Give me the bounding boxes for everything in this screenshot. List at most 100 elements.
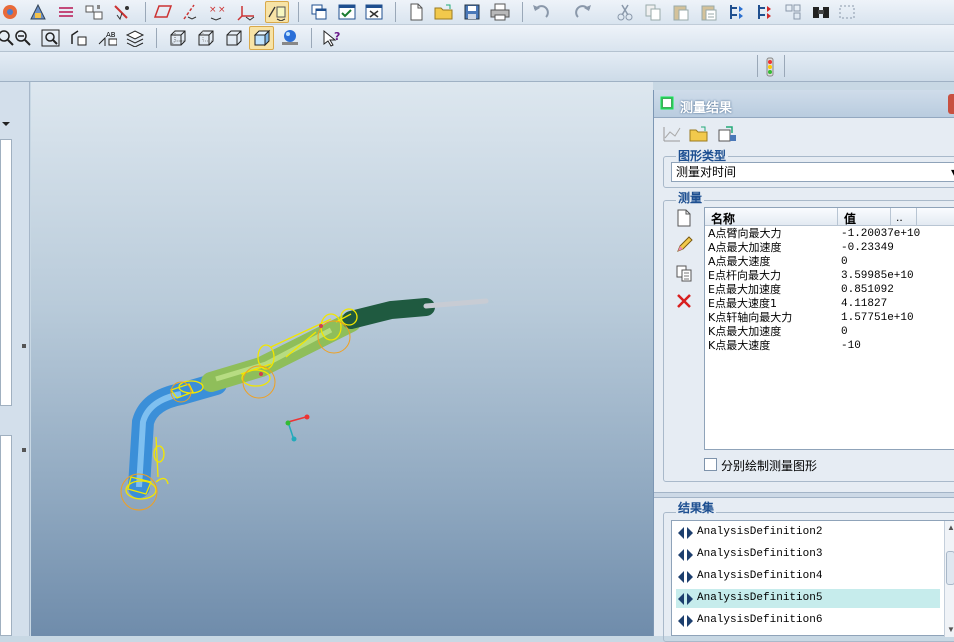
result-arrows-icon — [678, 615, 694, 627]
paste-icon[interactable] — [671, 2, 691, 22]
svg-text:×: × — [218, 5, 226, 15]
dialog-titlebar[interactable]: 测量结果 — [654, 90, 954, 118]
table-row[interactable]: K点轩轴向最大力 1.57751e+10 — [708, 311, 914, 325]
saved-view-icon[interactable] — [28, 2, 48, 22]
result-set-label: AnalysisDefinition4 — [697, 570, 823, 582]
measure-name: A点最大速度 — [708, 255, 771, 268]
shading-icon[interactable] — [249, 26, 274, 50]
close-button[interactable] — [948, 94, 954, 114]
svg-text:?: ? — [334, 30, 340, 43]
plot-graph-icon[interactable] — [662, 124, 682, 144]
display-style-icon[interactable] — [0, 2, 20, 22]
new-measure-icon[interactable] — [674, 208, 694, 228]
select-box-icon[interactable] — [838, 2, 858, 22]
datum-plane-icon[interactable] — [153, 2, 173, 22]
measure-value: 0.851092 — [841, 284, 894, 296]
datum-axis-icon[interactable] — [180, 2, 200, 22]
column-header-value[interactable]: 值 — [844, 210, 856, 227]
delete-x-icon[interactable] — [674, 291, 694, 311]
plot-type-value: 测量对时间 — [676, 165, 737, 179]
result-arrows-icon — [678, 593, 694, 605]
table-row[interactable]: A点最大加速度 -0.23349 — [708, 241, 894, 255]
enhanced-realism-icon[interactable] — [280, 28, 300, 48]
new-file-icon[interactable] — [406, 2, 426, 22]
list-item[interactable]: AnalysisDefinition6 — [676, 611, 940, 630]
view-toolbar: AB ? — [0, 25, 954, 52]
undo-icon[interactable] — [531, 2, 551, 22]
scrollbar[interactable]: ▲ ▼ — [944, 521, 954, 637]
table-row[interactable]: E点杆向最大力 3.59985e+10 — [708, 269, 914, 283]
scrollbar-thumb[interactable] — [946, 551, 954, 585]
regen-manager-icon[interactable] — [755, 2, 775, 22]
annotation-icon[interactable] — [265, 1, 289, 23]
result-sets-list[interactable]: AnalysisDefinition2 AnalysisDefinition3 An… — [671, 520, 954, 637]
named-view-icon[interactable]: AB — [97, 28, 117, 48]
refit-icon[interactable] — [41, 28, 61, 48]
cut-icon[interactable] — [615, 2, 635, 22]
result-set-label: AnalysisDefinition2 — [697, 526, 823, 538]
separate-plots-checkbox[interactable] — [704, 458, 717, 471]
graphics-window[interactable] — [31, 82, 653, 636]
list-item[interactable]: AnalysisDefinition4 — [676, 567, 940, 586]
table-row[interactable]: A点臂向最大力 -1.20037e+10 — [708, 227, 920, 241]
checkmark-window-icon[interactable] — [337, 2, 357, 22]
layers-view-icon[interactable] — [125, 28, 145, 48]
save-results-icon[interactable] — [717, 124, 737, 144]
measure-value: -10 — [841, 340, 861, 352]
plot-type-select[interactable]: 测量对时间 ▾ — [671, 162, 954, 182]
reorient-icon[interactable] — [69, 28, 89, 48]
context-help-icon[interactable]: ? — [322, 28, 342, 48]
toolbar-separator — [156, 28, 157, 48]
paste-special-icon[interactable] — [699, 2, 719, 22]
tree-list-area[interactable] — [0, 139, 12, 406]
open-folder-icon[interactable] — [434, 2, 454, 22]
panel-splitter[interactable] — [654, 492, 954, 498]
binoculars-icon[interactable] — [811, 2, 831, 22]
no-hidden-icon[interactable] — [224, 28, 244, 48]
wireframe-icon[interactable] — [168, 28, 188, 48]
chevron-down-icon[interactable] — [0, 117, 12, 131]
dialog-app-icon — [659, 95, 675, 111]
result-set-label: AnalysisDefinition6 — [697, 614, 823, 626]
model-tree-icon[interactable] — [84, 2, 104, 22]
scroll-up-icon[interactable]: ▲ — [947, 523, 954, 532]
table-row[interactable]: A点最大速度 0 — [708, 255, 848, 269]
column-header-extra[interactable]: .. — [896, 210, 903, 224]
measure-name: A点臂向最大力 — [708, 227, 782, 240]
result-sets-label: 结果集 — [676, 499, 717, 516]
zoom-out-icon[interactable] — [13, 28, 33, 48]
mechanism-model — [120, 298, 489, 511]
splitter-grip[interactable] — [22, 344, 26, 348]
regenerate-icon[interactable] — [727, 2, 747, 22]
print-icon[interactable] — [490, 2, 510, 22]
open-folder-icon[interactable] — [689, 124, 709, 144]
tree-list-area[interactable] — [0, 435, 12, 636]
measures-table[interactable]: 名称 值 .. A点臂向最大力 -1.20037e+10 A点最大加速度 -0.233… — [704, 207, 954, 450]
datum-point-icon[interactable]: × × — [207, 2, 227, 22]
toolbar-separator — [522, 2, 523, 22]
list-item[interactable]: AnalysisDefinition3 — [676, 545, 940, 564]
window-icon[interactable] — [309, 2, 329, 22]
edit-pencil-icon[interactable] — [674, 235, 694, 255]
measure-value: 3.59985e+10 — [841, 270, 914, 282]
hidden-line-icon[interactable] — [196, 28, 216, 48]
copy-icon[interactable] — [643, 2, 663, 22]
layer-icon[interactable] — [56, 2, 76, 22]
column-header-name[interactable]: 名称 — [711, 210, 735, 227]
appearance-icon[interactable] — [112, 2, 132, 22]
table-row[interactable]: K点最大速度 -10 — [708, 339, 861, 353]
close-window-icon[interactable] — [364, 2, 384, 22]
copy-measure-icon[interactable] — [674, 263, 694, 283]
redo-icon[interactable] — [573, 2, 593, 22]
scroll-down-icon[interactable]: ▼ — [947, 625, 954, 634]
list-item[interactable]: AnalysisDefinition2 — [676, 523, 940, 542]
save-icon[interactable] — [462, 2, 482, 22]
table-row[interactable]: K点最大加速度 0 — [708, 325, 848, 339]
coordinate-system-icon[interactable] — [236, 2, 256, 22]
find-icon[interactable] — [783, 2, 803, 22]
measure-results-dialog: 测量结果 图形类型 测量对时间 ▾ 测量 名称 值 .. A点臂向最大力 -1.2… — [653, 90, 954, 642]
splitter-grip[interactable] — [22, 448, 26, 452]
list-item[interactable]: AnalysisDefinition5 — [676, 589, 940, 608]
table-row[interactable]: E点最大加速度 0.851092 — [708, 283, 894, 297]
table-row[interactable]: E点最大速度1 4.11827 — [708, 297, 887, 311]
